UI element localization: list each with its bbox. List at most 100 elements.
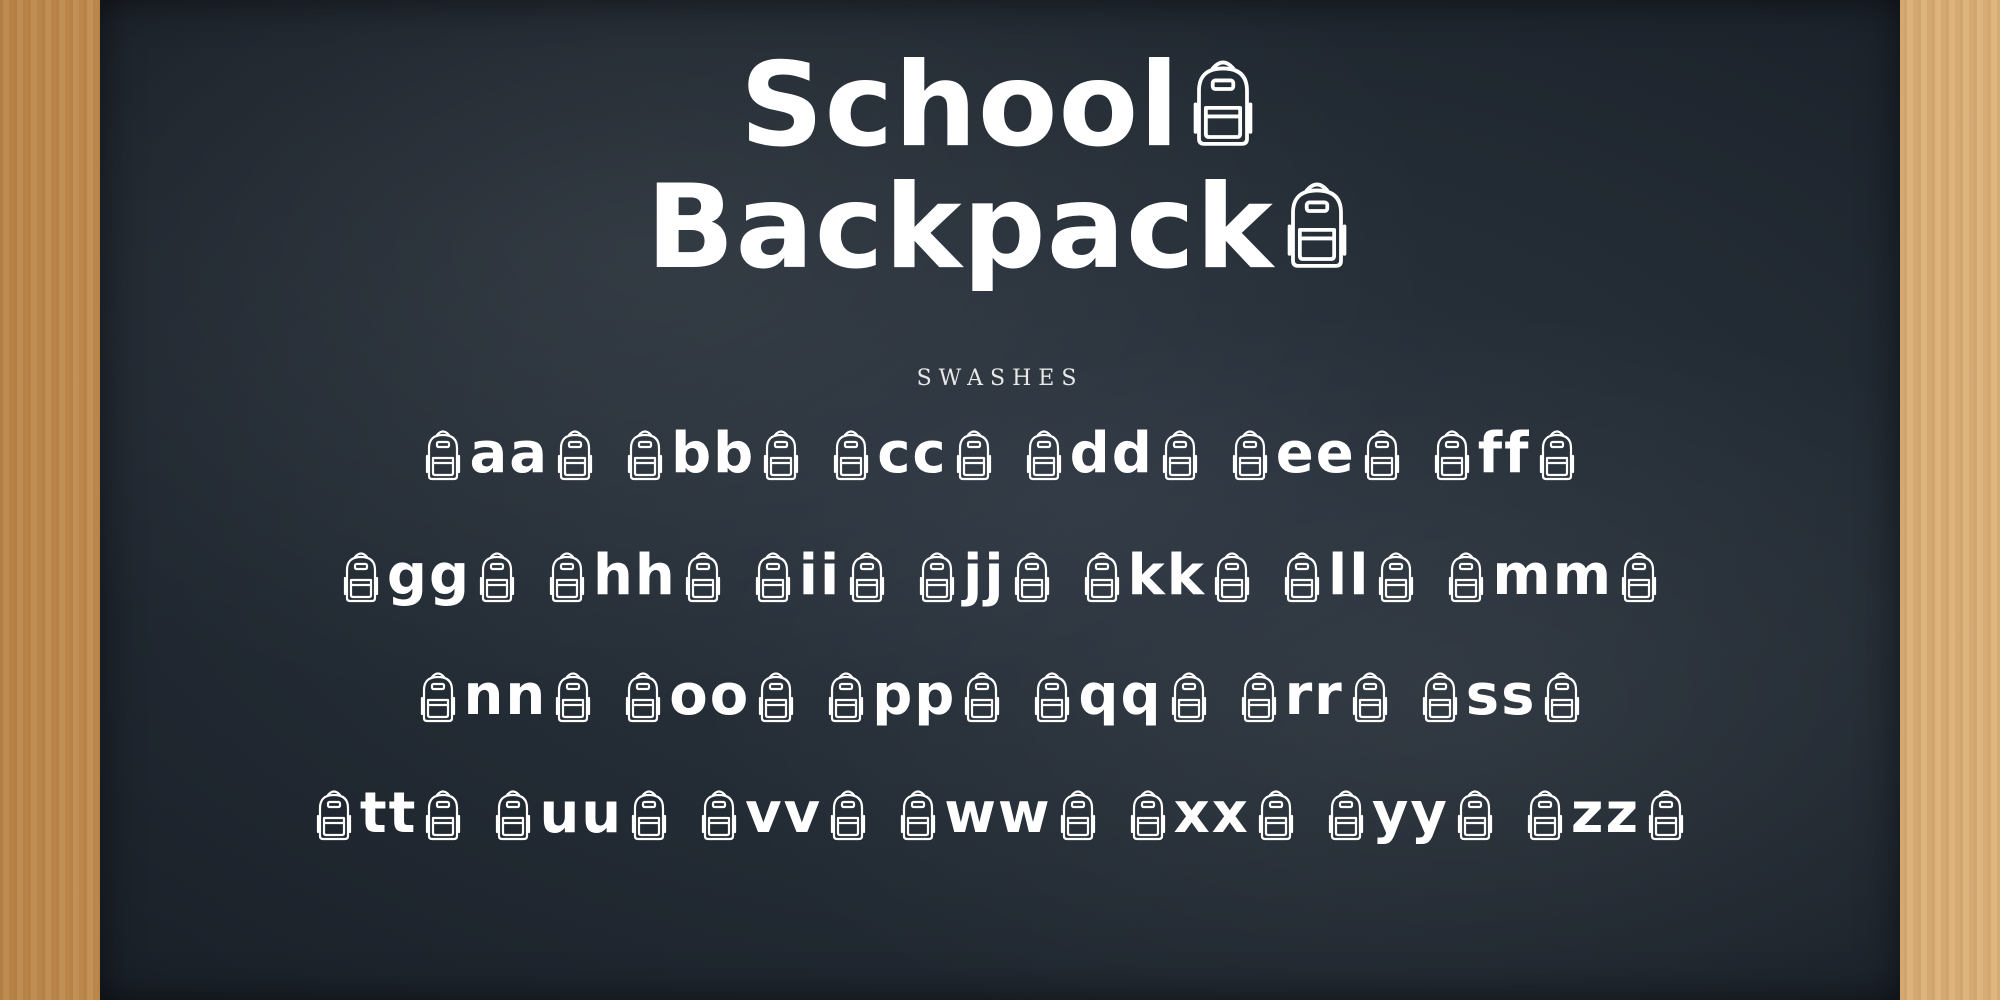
backpack-icon [1012,548,1052,604]
backpack-icon [1128,786,1168,842]
backpack-icon [1350,668,1390,724]
backpack-icon [1230,426,1270,482]
swash-pair: cc [831,418,993,490]
title-line-school: School [0,48,2000,164]
backpack-icon [418,668,458,724]
swash-letters: kk [1127,543,1207,608]
swash-pair: aa [423,418,595,490]
backpack-icon [1058,786,1098,842]
backpack-icon [1280,175,1354,271]
backpack-icon [625,426,665,482]
swash-pair: nn [418,660,594,732]
swash-pair: yy [1326,778,1495,850]
swash-pair: uu [493,778,669,850]
backpack-icon [1169,668,1209,724]
backpack-icon [917,548,957,604]
swash-letters: aa [469,421,550,486]
swash-pair: kk [1082,540,1252,612]
swash-pair: rr [1239,660,1390,732]
swash-pair: zz [1525,778,1686,850]
swash-letters: rr [1284,663,1344,728]
swash-letters: yy [1371,781,1449,846]
backpack-icon [314,786,354,842]
swash-letters: xx [1173,781,1250,846]
swash-pair: hh [547,540,723,612]
backpack-icon [1326,786,1366,842]
backpack-icon [477,548,517,604]
swash-letters: oo [669,663,751,728]
swash-pair: mm [1446,540,1659,612]
backpack-icon [699,786,739,842]
swash-letters: uu [539,781,624,846]
backpack-icon [1282,548,1322,604]
title-text-school: School [739,38,1181,173]
swash-letters: ww [944,781,1052,846]
swash-pair: ww [898,778,1097,850]
backpack-icon [1537,426,1577,482]
backpack-icon [954,426,994,482]
backpack-icon [761,426,801,482]
backpack-icon [1239,668,1279,724]
swash-letters: vv [745,781,823,846]
backpack-icon [1362,426,1402,482]
backpack-icon [826,668,866,724]
glyph-row-4: tt uu vv ww xx yy zz [0,778,2000,850]
swash-letters: pp [872,663,957,728]
swash-letters: ss [1465,663,1537,728]
swash-pair: pp [826,660,1002,732]
backpack-icon [847,548,887,604]
backpack-icon [493,786,533,842]
backpack-icon [1646,786,1686,842]
backpack-icon [1032,668,1072,724]
swash-pair: jj [917,540,1051,612]
swash-letters: cc [877,421,948,486]
backpack-icon [547,548,587,604]
backpack-icon [1619,548,1659,604]
glyph-row-3: nn oo pp qq rr ss [0,660,2000,732]
backpack-icon [1256,786,1296,842]
title-line-backpack: Backpack [0,170,2000,286]
swash-pair: bb [625,418,801,490]
swash-pair: oo [623,660,796,732]
backpack-icon [341,548,381,604]
swash-letters: zz [1570,781,1641,846]
swash-pair: ee [1230,418,1402,490]
backpack-icon [623,668,663,724]
backpack-icon [1082,548,1122,604]
subtitle-swashes: SWASHES [916,366,1084,391]
swash-letters: qq [1078,663,1163,728]
swash-pair: gg [341,540,517,612]
backpack-icon [1024,426,1064,482]
backpack-icon [756,668,796,724]
backpack-icon [1376,548,1416,604]
wooden-frame: School Backpack SWASHES aa bb cc dd ee ff gg h… [0,0,2000,1000]
swash-letters: jj [963,543,1006,608]
backpack-icon [1455,786,1495,842]
swash-pair: ff [1432,418,1577,490]
swash-letters: ff [1477,421,1531,486]
swash-pair: dd [1024,418,1200,490]
swash-pair: ll [1282,540,1416,612]
swash-pair: ii [753,540,887,612]
backpack-icon [1432,426,1472,482]
swash-pair: qq [1032,660,1208,732]
backpack-icon [828,786,868,842]
swash-letters: ee [1275,421,1356,486]
backpack-icon [1420,668,1460,724]
backpack-icon [423,426,463,482]
swash-letters: dd [1069,421,1154,486]
backpack-icon [1542,668,1582,724]
swash-letters: bb [671,421,756,486]
backpack-icon [831,426,871,482]
backpack-icon [962,668,1002,724]
glyph-row-2: gg hh ii jj kk ll mm [0,540,2000,612]
backpack-icon [753,548,793,604]
backpack-icon [898,786,938,842]
swash-letters: ll [1328,543,1371,608]
backpack-icon [1446,548,1486,604]
swash-pair: xx [1128,778,1296,850]
backpack-icon [1186,53,1260,149]
backpack-icon [423,786,463,842]
swash-letters: mm [1492,543,1614,608]
glyph-row-1: aa bb cc dd ee ff [0,418,2000,490]
